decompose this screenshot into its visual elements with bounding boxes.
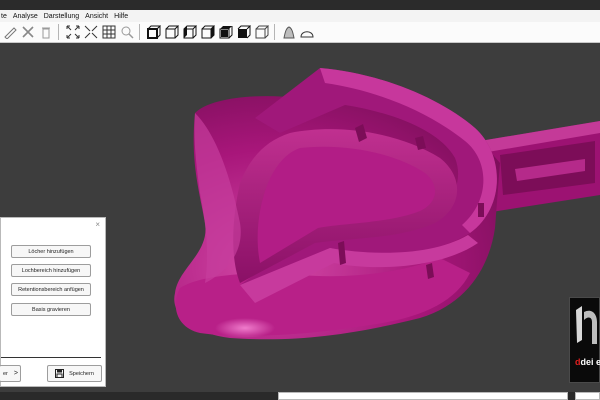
collapse-icon[interactable] (83, 24, 99, 40)
view-cube-front-icon[interactable] (146, 24, 162, 40)
delete-icon[interactable] (38, 24, 54, 40)
toolbar-separator (58, 24, 59, 40)
next-button[interactable]: er > (0, 365, 21, 382)
save-icon (55, 369, 65, 378)
measure-icon[interactable] (2, 24, 18, 40)
view-cube-iso-icon[interactable] (254, 24, 270, 40)
grid-icon[interactable] (101, 24, 117, 40)
dome-shape-icon[interactable] (299, 24, 315, 40)
toolbar-separator (274, 24, 275, 40)
title-bar (0, 0, 600, 10)
toolbar (0, 22, 600, 43)
view-cube-back-icon[interactable] (164, 24, 180, 40)
expand-icon[interactable] (65, 24, 81, 40)
engrave-base-button[interactable]: Basis gravieren (11, 303, 91, 316)
cut-icon[interactable] (20, 24, 36, 40)
logo-mark-icon (576, 306, 597, 344)
tool-panel: × Löcher hinzufügen Lochbereich hinzufüg… (0, 217, 106, 387)
status-field-small (575, 392, 600, 400)
magnifier-icon[interactable] (119, 24, 135, 40)
toolbar-separator (139, 24, 140, 40)
add-retention-area-button[interactable]: Retentionsbereich anfügen (11, 283, 91, 296)
bell-shape-icon[interactable] (281, 24, 297, 40)
save-button[interactable]: Speichern (47, 365, 102, 382)
menu-item-analyse[interactable]: Analyse (13, 13, 38, 20)
close-icon[interactable]: × (95, 220, 100, 229)
chevron-right-icon: > (13, 370, 18, 377)
view-cube-left-icon[interactable] (182, 24, 198, 40)
save-button-label: Speichern (69, 370, 94, 377)
menu-item-hilfe[interactable]: Hilfe (114, 13, 128, 20)
add-hole-area-button[interactable]: Lochbereich hinzufügen (11, 264, 91, 277)
panel-divider (1, 357, 101, 358)
menu-item-edit[interactable]: te (1, 13, 7, 20)
next-button-label: er (3, 370, 8, 377)
menu-bar: te Analyse Darstellung Ansicht Hilfe (0, 10, 600, 22)
menu-item-darstellung[interactable]: Darstellung (44, 13, 79, 20)
add-holes-button[interactable]: Löcher hinzufügen (11, 245, 91, 258)
view-cube-right-icon[interactable] (200, 24, 216, 40)
menu-item-ansicht[interactable]: Ansicht (85, 13, 108, 20)
logo-text: ddei e (575, 357, 600, 367)
view-cube-bottom-icon[interactable] (236, 24, 252, 40)
logo: ddei e (569, 297, 600, 383)
status-field (278, 392, 568, 400)
view-cube-top-icon[interactable] (218, 24, 234, 40)
